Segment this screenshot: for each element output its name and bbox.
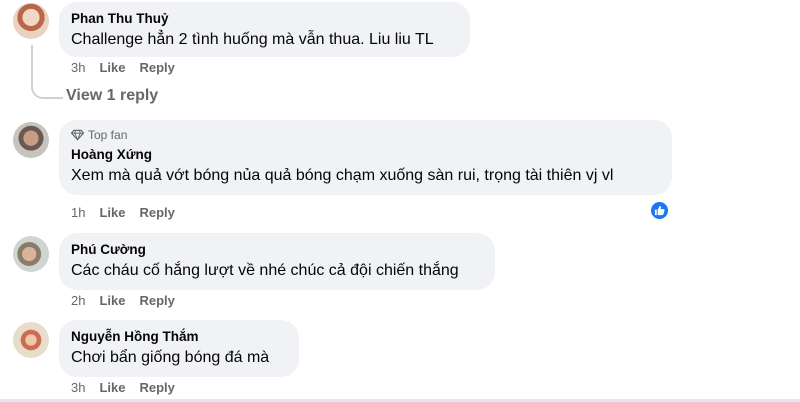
comment-timestamp[interactable]: 1h	[71, 205, 85, 221]
diamond-icon	[71, 129, 84, 141]
comment-actions: 1h Like Reply	[71, 205, 175, 221]
comment-author[interactable]: Phú Cường	[71, 241, 483, 258]
comment-timestamp[interactable]: 3h	[71, 380, 85, 396]
comment-text: Xem mà quả vớt bóng nủa quả bóng chạm xu…	[71, 167, 614, 184]
reply-button[interactable]: Reply	[139, 205, 174, 221]
like-button[interactable]: Like	[99, 60, 125, 76]
comment-bubble: Nguyễn Hồng Thắm Chơi bẩn giống bóng đá …	[59, 320, 299, 377]
top-fan-badge: Top fan	[71, 128, 660, 142]
comment-bubble: Phan Thu Thuỷ Challenge hẳn 2 tình huống…	[59, 2, 470, 57]
like-button[interactable]: Like	[99, 293, 125, 309]
comment-actions: 3h Like Reply	[71, 380, 175, 396]
view-replies-link[interactable]: View 1 reply	[66, 86, 158, 106]
reaction-badge[interactable]	[649, 200, 670, 221]
comment-timestamp[interactable]: 3h	[71, 60, 85, 76]
comment-bubble: Top fan Hoàng Xứng Xem mà quả vớt bóng n…	[59, 120, 672, 195]
like-button[interactable]: Like	[99, 380, 125, 396]
reply-button[interactable]: Reply	[139, 60, 174, 76]
like-button[interactable]: Like	[99, 205, 125, 221]
comment-timestamp[interactable]: 2h	[71, 293, 85, 309]
comment-author[interactable]: Hoàng Xứng	[71, 146, 660, 163]
avatar[interactable]	[13, 322, 49, 358]
top-fan-label: Top fan	[88, 128, 128, 142]
comment-actions: 2h Like Reply	[71, 293, 175, 309]
comment-author[interactable]: Nguyễn Hồng Thắm	[71, 328, 287, 345]
comment-text: Challenge hẳn 2 tình huống mà vẫn thua. …	[71, 31, 434, 48]
reply-thread-line	[31, 45, 63, 99]
comment-actions: 3h Like Reply	[71, 60, 175, 76]
reply-button[interactable]: Reply	[139, 380, 174, 396]
reply-button[interactable]: Reply	[139, 293, 174, 309]
thumbs-up-icon	[654, 205, 665, 216]
avatar[interactable]	[13, 3, 49, 39]
comment-bubble: Phú Cường Các cháu cố hắng lượt về nhé c…	[59, 233, 495, 290]
avatar[interactable]	[13, 236, 49, 272]
comment-text: Chơi bẩn giống bóng đá mà	[71, 349, 270, 366]
comment-text: Các cháu cố hắng lượt về nhé chúc cả đội…	[71, 262, 459, 279]
comment-author[interactable]: Phan Thu Thuỷ	[71, 10, 458, 27]
avatar[interactable]	[13, 122, 49, 158]
